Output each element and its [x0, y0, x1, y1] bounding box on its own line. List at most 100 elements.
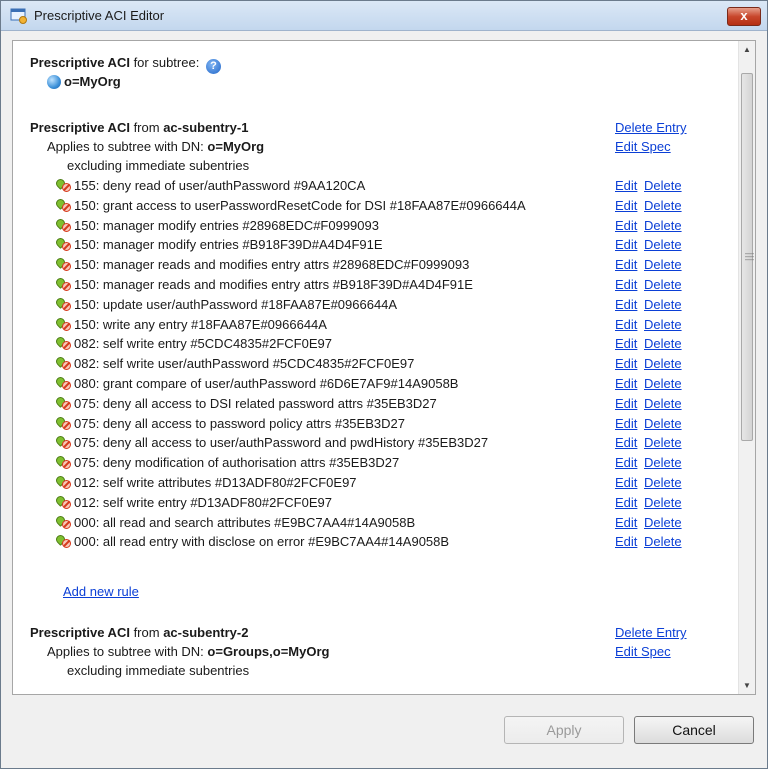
rule-text: 000: all read and search attributes #E9B…	[54, 514, 416, 532]
edit-spec-link[interactable]: Edit Spec	[615, 138, 671, 156]
delete-rule-link[interactable]: Delete	[644, 335, 682, 353]
rule-icon	[54, 494, 72, 509]
rule-text: 082: self write user/authPassword #5CDC4…	[54, 355, 415, 373]
rule-text: 150: grant access to userPasswordResetCo…	[54, 197, 526, 215]
edit-rule-link[interactable]: Edit	[615, 454, 637, 472]
edit-rule-link[interactable]: Edit	[615, 355, 637, 373]
edit-rule-link[interactable]: Edit	[615, 177, 637, 195]
aci-scroll-panel[interactable]: Prescriptive ACI for subtree: ? o=MyOrg …	[12, 40, 756, 695]
delete-rule-link[interactable]: Delete	[644, 316, 682, 334]
delete-rule-link[interactable]: Delete	[644, 474, 682, 492]
close-button[interactable]: x	[727, 7, 761, 26]
scrollbar-thumb[interactable]: — — —	[741, 73, 754, 441]
title-bar[interactable]: Prescriptive ACI Editor x	[1, 1, 767, 31]
edit-rule-link[interactable]: Edit	[615, 316, 637, 334]
rule-label: 082: self write user/authPassword #5CDC4…	[74, 356, 415, 371]
rule-text: 082: self write entry #5CDC4835#2FCF0E97	[54, 335, 332, 353]
scroll-up-arrow-icon[interactable]: ▲	[739, 41, 755, 58]
delete-rule-link[interactable]: Delete	[644, 355, 682, 373]
grip-icon: — — —	[745, 248, 754, 264]
rule-icon	[54, 236, 72, 251]
applies-dn: o=MyOrg	[207, 139, 265, 154]
rule-text: 080: grant compare of user/authPassword …	[54, 375, 458, 393]
rule-icon	[54, 177, 72, 192]
delete-rule-link[interactable]: Delete	[644, 395, 682, 413]
delete-rule-link[interactable]: Delete	[644, 454, 682, 472]
edit-rule-link[interactable]: Edit	[615, 375, 637, 393]
delete-entry-link[interactable]: Delete Entry	[615, 624, 687, 642]
edit-rule-link[interactable]: Edit	[615, 296, 637, 314]
edit-rule-link[interactable]: Edit	[615, 415, 637, 433]
edit-rule-link[interactable]: Edit	[615, 236, 637, 254]
rule-label: 150: manager modify entries #B918F39D#A4…	[74, 237, 383, 252]
rule-icon	[54, 355, 72, 370]
apply-button[interactable]: Apply	[504, 716, 624, 744]
section-title: Prescriptive ACI from ac-subentry-2	[30, 624, 248, 642]
delete-rule-link[interactable]: Delete	[644, 276, 682, 294]
delete-rule-link[interactable]: Delete	[644, 177, 682, 195]
app-icon	[10, 8, 27, 24]
delete-rule-link[interactable]: Delete	[644, 296, 682, 314]
header-suffix: for subtree:	[129, 55, 203, 70]
section-name: ac-subentry-1	[163, 120, 249, 135]
rule-label: 012: self write attributes #D13ADF80#2FC…	[74, 475, 357, 490]
edit-rule-link[interactable]: Edit	[615, 494, 637, 512]
rule-label: 150: write any entry #18FAA87E#0966644A	[74, 317, 327, 332]
rule-label: 150: manager reads and modifies entry at…	[74, 257, 470, 272]
rule-label: 082: self write entry #5CDC4835#2FCF0E97	[74, 336, 332, 351]
delete-rule-link[interactable]: Delete	[644, 217, 682, 235]
rule-icon	[54, 256, 72, 271]
delete-rule-link[interactable]: Delete	[644, 415, 682, 433]
delete-rule-link[interactable]: Delete	[644, 533, 682, 551]
delete-rule-link[interactable]: Delete	[644, 494, 682, 512]
applies-prefix: Applies to subtree with DN:	[47, 644, 208, 659]
edit-rule-link[interactable]: Edit	[615, 395, 637, 413]
rule-icon	[54, 533, 72, 548]
section-name: ac-subentry-2	[163, 625, 249, 640]
rule-label: 150: grant access to userPasswordResetCo…	[74, 198, 526, 213]
rule-text: 150: manager reads and modifies entry at…	[54, 276, 473, 294]
edit-rule-link[interactable]: Edit	[615, 197, 637, 215]
delete-entry-link[interactable]: Delete Entry	[615, 119, 687, 137]
rule-label: 012: self write entry #D13ADF80#2FCF0E97	[74, 495, 332, 510]
rule-text: 075: deny all access to DSI related pass…	[54, 395, 437, 413]
globe-icon	[47, 75, 61, 89]
rule-text: 150: update user/authPassword #18FAA87E#…	[54, 296, 397, 314]
rule-text: 150: manager modify entries #B918F39D#A4…	[54, 236, 383, 254]
delete-rule-link[interactable]: Delete	[644, 514, 682, 532]
scroll-down-arrow-icon[interactable]: ▼	[739, 677, 755, 694]
subtree-dn: o=MyOrg	[47, 73, 121, 91]
rule-icon	[54, 335, 72, 350]
delete-rule-link[interactable]: Delete	[644, 434, 682, 452]
cancel-button[interactable]: Cancel	[634, 716, 754, 744]
delete-rule-link[interactable]: Delete	[644, 197, 682, 215]
edit-rule-link[interactable]: Edit	[615, 514, 637, 532]
applies-to: Applies to subtree with DN: o=MyOrg	[47, 138, 264, 156]
rule-text: 155: deny read of user/authPassword #9AA…	[54, 177, 365, 195]
edit-rule-link[interactable]: Edit	[615, 256, 637, 274]
add-new-rule-link[interactable]: Add new rule	[63, 583, 139, 601]
delete-rule-link[interactable]: Delete	[644, 256, 682, 274]
rule-text: 012: self write attributes #D13ADF80#2FC…	[54, 474, 357, 492]
rule-text: 012: self write entry #D13ADF80#2FCF0E97	[54, 494, 332, 512]
rule-icon	[54, 474, 72, 489]
vertical-scrollbar[interactable]: ▲ — — — ▼	[738, 41, 755, 694]
edit-rule-link[interactable]: Edit	[615, 217, 637, 235]
edit-rule-link[interactable]: Edit	[615, 276, 637, 294]
delete-rule-link[interactable]: Delete	[644, 375, 682, 393]
header-prefix: Prescriptive ACI	[30, 55, 130, 70]
edit-rule-link[interactable]: Edit	[615, 335, 637, 353]
applies-dn: o=Groups,o=MyOrg	[207, 644, 330, 659]
section-title-prefix: Prescriptive ACI	[30, 625, 130, 640]
edit-rule-link[interactable]: Edit	[615, 434, 637, 452]
aci-content: Prescriptive ACI for subtree: ? o=MyOrg …	[13, 41, 739, 694]
rule-text: 075: deny modification of authorisation …	[54, 454, 399, 472]
edit-rule-link[interactable]: Edit	[615, 474, 637, 492]
rule-label: 000: all read entry with disclose on err…	[74, 534, 450, 549]
rule-icon	[54, 415, 72, 430]
edit-spec-link[interactable]: Edit Spec	[615, 643, 671, 661]
rule-label: 000: all read and search attributes #E9B…	[74, 515, 416, 530]
delete-rule-link[interactable]: Delete	[644, 236, 682, 254]
edit-rule-link[interactable]: Edit	[615, 533, 637, 551]
help-icon[interactable]: ?	[205, 59, 221, 74]
